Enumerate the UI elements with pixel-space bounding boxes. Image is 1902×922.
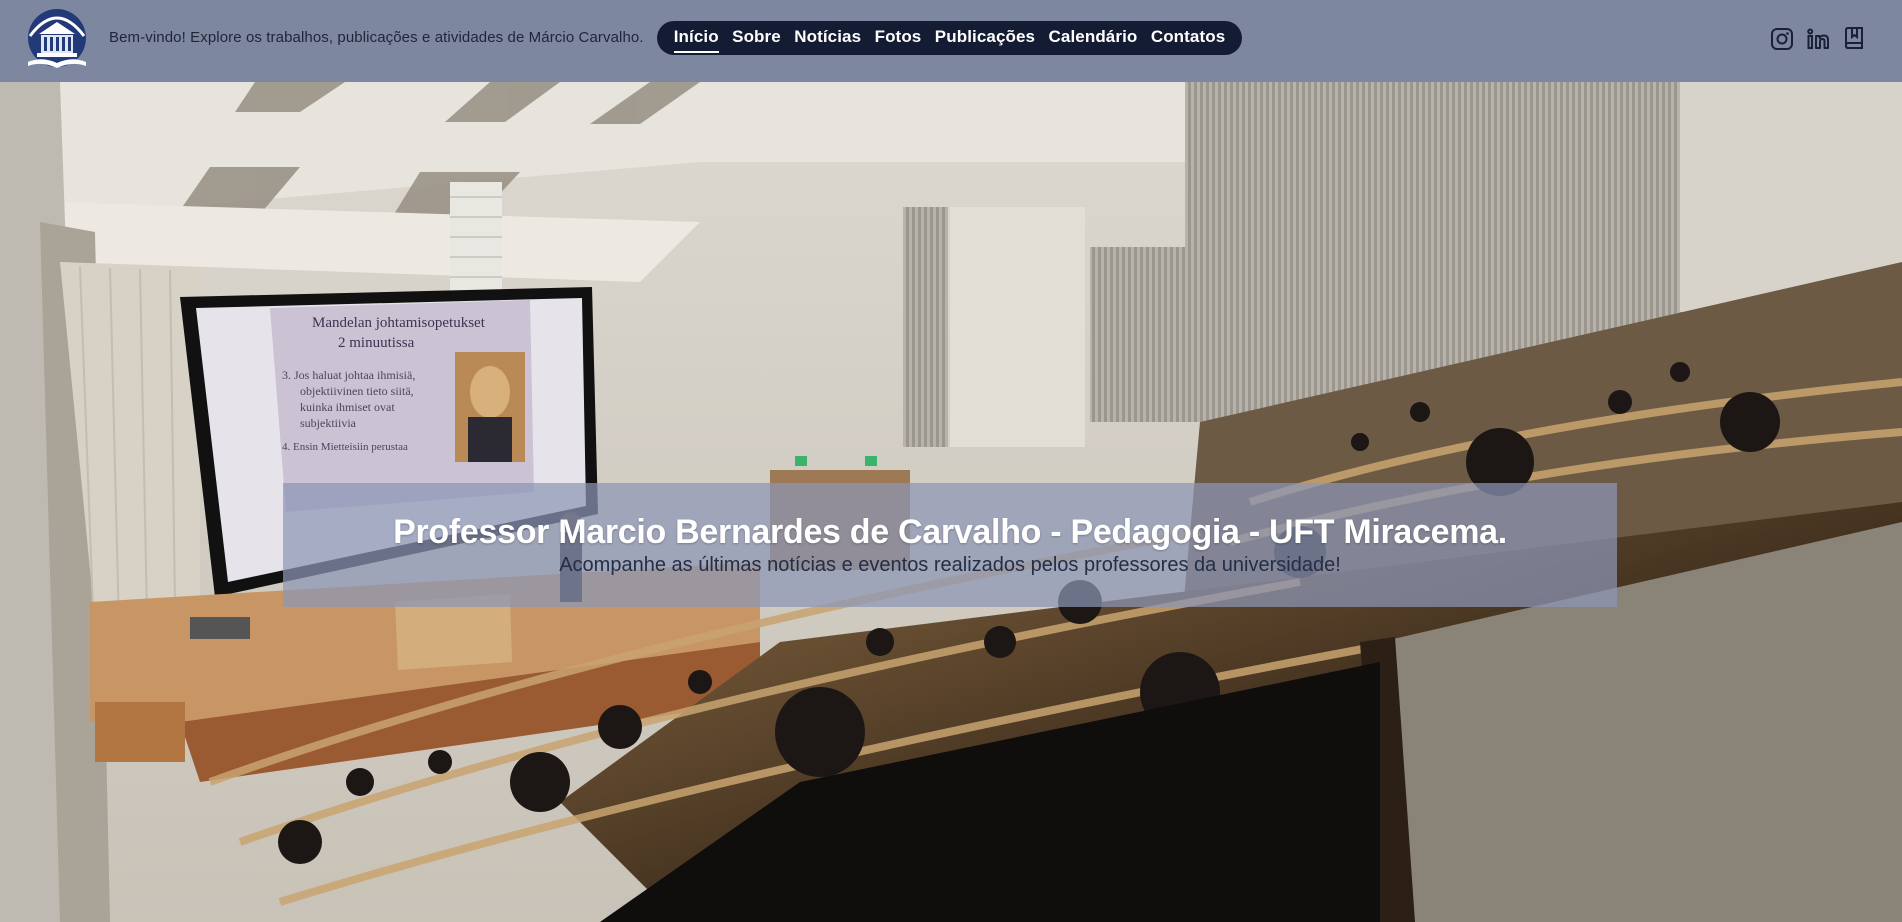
slide-line-1: 3. Jos haluat johtaa ihmisiä, [282, 368, 415, 382]
welcome-tagline: Bem-vindo! Explore os trabalhos, publica… [109, 29, 644, 46]
nav-item-inicio[interactable]: Início [673, 27, 719, 53]
slide-line-4: subjektiivia [300, 416, 357, 430]
main-navigation: Início Sobre Notícias Fotos Publicações … [657, 21, 1242, 55]
nav-item-fotos[interactable]: Fotos [875, 27, 922, 49]
nav-item-contatos[interactable]: Contatos [1151, 27, 1225, 49]
nav-item-noticias[interactable]: Notícias [794, 27, 861, 49]
nav-item-sobre[interactable]: Sobre [732, 27, 781, 49]
linkedin-icon[interactable] [1806, 26, 1830, 52]
social-links [1770, 26, 1866, 52]
slide-heading-1: Mandelan johtamisopetukset [312, 315, 486, 331]
slide-heading-2: 2 minuutissa [338, 335, 415, 351]
nav-item-publicacoes[interactable]: Publicações [935, 27, 1035, 49]
lattes-bookmark-icon[interactable] [1842, 26, 1866, 52]
hero-section: Mandelan johtamisopetukset 2 minuutissa … [0, 82, 1902, 922]
instagram-icon[interactable] [1770, 26, 1794, 52]
slide-line-3: kuinka ihmiset ovat [300, 400, 395, 414]
hero-title: Professor Marcio Bernardes de Carvalho -… [393, 513, 1507, 551]
slide-line-2: objektiivinen tieto siitä, [300, 384, 414, 398]
slide-line-5: 4. Ensin Mietteisiin perustaa [282, 441, 408, 453]
hero-overlay-box: Professor Marcio Bernardes de Carvalho -… [283, 483, 1617, 607]
nav-item-calendario[interactable]: Calendário [1049, 27, 1138, 49]
university-building-logo[interactable] [22, 6, 92, 72]
hero-subtitle: Acompanhe as últimas notícias e eventos … [559, 554, 1341, 576]
site-header: Bem-vindo! Explore os trabalhos, publica… [0, 0, 1902, 82]
